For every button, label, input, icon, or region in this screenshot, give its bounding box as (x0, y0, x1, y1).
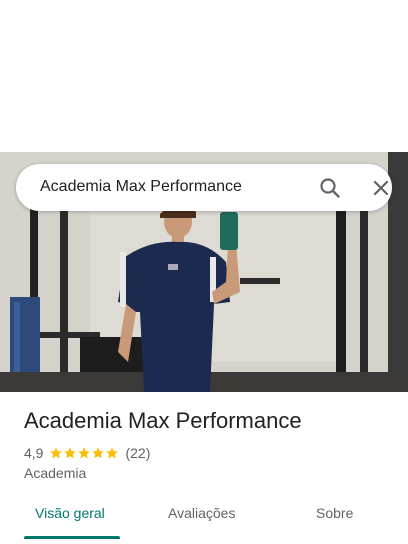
close-icon[interactable] (369, 176, 393, 200)
map-top-area (0, 0, 408, 152)
place-title: Academia Max Performance (24, 408, 302, 433)
tab-reviews[interactable]: Avaliações (168, 505, 235, 521)
star-icon (64, 447, 77, 459)
tab-overview[interactable]: Visão geral (35, 505, 105, 521)
star-icon (78, 447, 91, 459)
star-icon (92, 447, 105, 459)
star-icon (106, 447, 119, 459)
search-icon[interactable] (318, 176, 342, 200)
rating-row[interactable]: 4,9 (22) (24, 444, 150, 462)
star-icon (50, 447, 63, 459)
tab-about[interactable]: Sobre (316, 505, 353, 521)
rating-stars (49, 446, 119, 460)
place-tabs: Visão geral Avaliações Sobre (0, 494, 408, 539)
search-query-text[interactable]: Academia Max Performance (40, 178, 242, 196)
search-bar[interactable]: Academia Max Performance (16, 164, 392, 211)
rating-value: 4,9 (24, 445, 44, 461)
review-count[interactable]: (22) (125, 445, 150, 461)
place-category: Academia (24, 465, 87, 481)
active-tab-indicator (24, 536, 120, 539)
